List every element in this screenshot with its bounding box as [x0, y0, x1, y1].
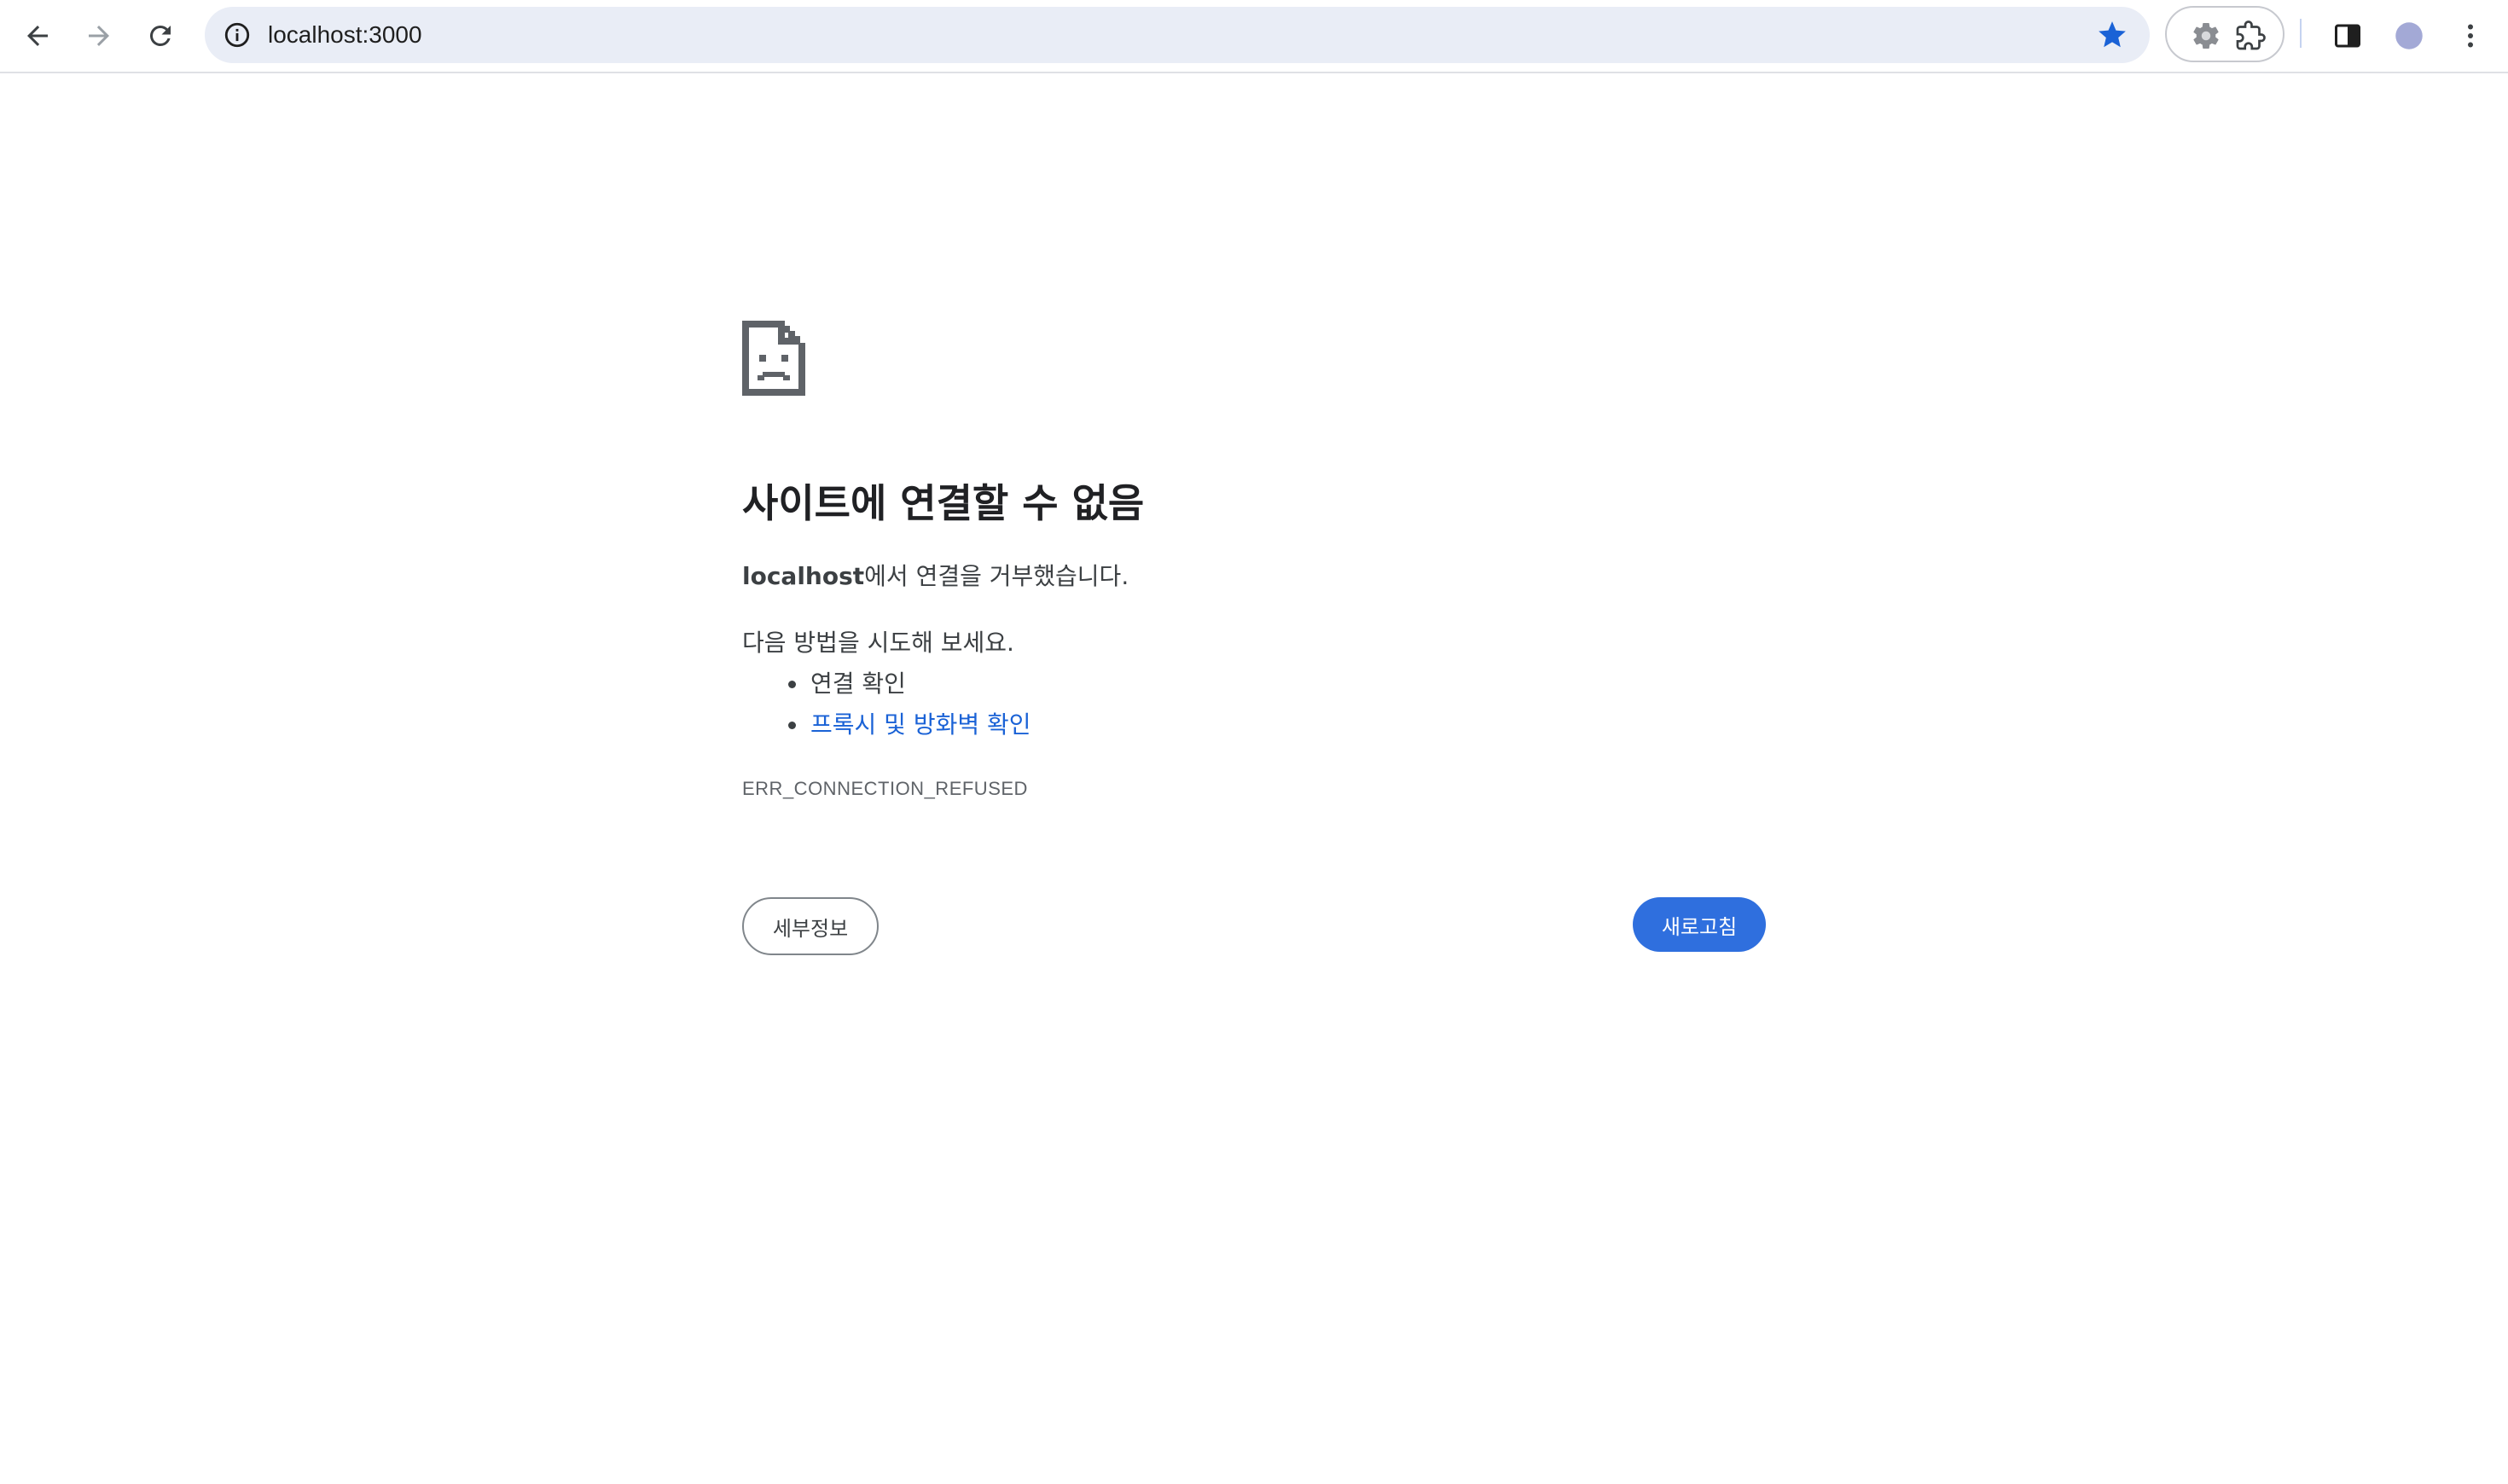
error-description-text: 에서 연결을 거부했습니다. [864, 562, 1129, 590]
puzzle-extension-icon [2236, 20, 2266, 50]
profile-avatar-icon [2395, 22, 2423, 49]
address-bar[interactable]: localhost:3000 [205, 7, 2150, 63]
details-button[interactable]: 세부정보 [742, 897, 879, 955]
suggestion-label: 연결 확인 [810, 670, 906, 698]
error-page: 사이트에 연결할 수 없음 localhost에서 연결을 거부했습니다. 다음… [742, 321, 1766, 955]
extensions-group [2165, 6, 2284, 62]
gear-extension-icon [2193, 22, 2219, 49]
reload-toolbar-button[interactable] [133, 9, 188, 63]
reload-button[interactable]: 새로고침 [1633, 897, 1766, 952]
proxy-firewall-link[interactable]: 프록시 및 방화벽 확인 [810, 710, 1031, 739]
site-info-button[interactable] [217, 14, 258, 55]
back-button[interactable] [10, 9, 65, 63]
url-text[interactable]: localhost:3000 [268, 7, 422, 63]
side-panel-button[interactable] [2320, 9, 2375, 63]
more-vert-icon [2468, 24, 2473, 48]
suggestion-check-connection: 연결 확인 [742, 664, 1031, 704]
profile-button[interactable] [2382, 9, 2436, 63]
extensions-menu-button[interactable] [2230, 15, 2271, 56]
forward-button[interactable] [72, 9, 126, 63]
suggestions-heading: 다음 방법을 시도해 보세요. [742, 629, 1014, 657]
error-title: 사이트에 연결할 수 없음 [742, 480, 1145, 526]
error-code: ERR_CONNECTION_REFUSED [742, 778, 1028, 799]
error-host: localhost [742, 562, 865, 590]
reload-icon [149, 25, 171, 46]
info-icon [224, 22, 250, 48]
bullet-icon [788, 681, 796, 688]
suggestions-list: 연결 확인 프록시 및 방화벽 확인 [742, 664, 1031, 745]
bookmark-star-button[interactable] [2092, 14, 2133, 55]
star-icon [2099, 21, 2126, 48]
error-description: localhost에서 연결을 거부했습니다. [742, 558, 1129, 592]
sad-document-icon [742, 321, 805, 396]
more-menu-button[interactable] [2443, 9, 2498, 63]
gear-extension-button[interactable] [2186, 15, 2226, 56]
bullet-icon [788, 722, 796, 729]
browser-toolbar: localhost:3000 [0, 0, 2508, 73]
toolbar-divider [2300, 19, 2302, 48]
side-panel-icon [2335, 24, 2360, 48]
back-arrow-icon [27, 26, 48, 46]
suggestion-check-proxy-firewall: 프록시 및 방화벽 확인 [742, 704, 1031, 745]
forward-arrow-icon [89, 26, 109, 46]
